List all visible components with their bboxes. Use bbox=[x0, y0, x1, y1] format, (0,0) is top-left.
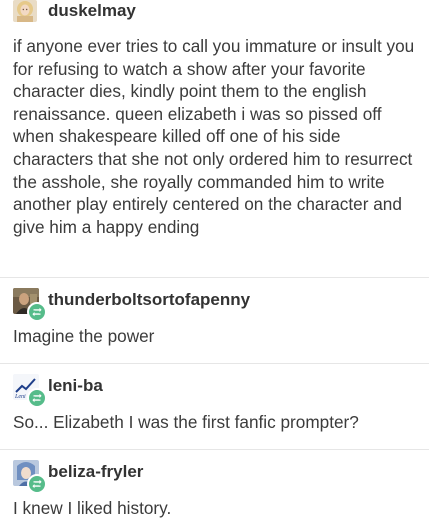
post-leni-ba: Leni leni-ba So... Elizabeth I was the f… bbox=[0, 364, 429, 449]
username[interactable]: beliza-fryler bbox=[48, 462, 143, 482]
blonde-portrait-avatar-icon bbox=[13, 0, 37, 22]
post-text: if anyone ever tries to call you immatur… bbox=[13, 36, 415, 237]
reblog-badge-icon bbox=[27, 302, 47, 322]
post-text: Imagine the power bbox=[13, 326, 155, 346]
avatar-duskelmay[interactable] bbox=[13, 0, 37, 22]
reblog-badge-icon bbox=[27, 388, 47, 408]
username[interactable]: leni-ba bbox=[48, 376, 103, 396]
username[interactable]: thunderboltsortofapenny bbox=[48, 290, 250, 310]
post-thunderboltsortofapenny: thunderboltsortofapenny Imagine the powe… bbox=[0, 278, 429, 363]
post-text: So... Elizabeth I was the first fanfic p… bbox=[13, 412, 359, 432]
post-text: I knew I liked history. bbox=[13, 498, 172, 518]
svg-text:Leni: Leni bbox=[14, 394, 26, 400]
post-beliza-fryler: beliza-fryler I knew I liked history. bbox=[0, 450, 429, 529]
username[interactable]: duskelmay bbox=[48, 1, 136, 21]
reblog-badge-icon bbox=[27, 474, 47, 494]
post-duskelmay: duskelmay if anyone ever tries to call y… bbox=[0, 0, 429, 276]
